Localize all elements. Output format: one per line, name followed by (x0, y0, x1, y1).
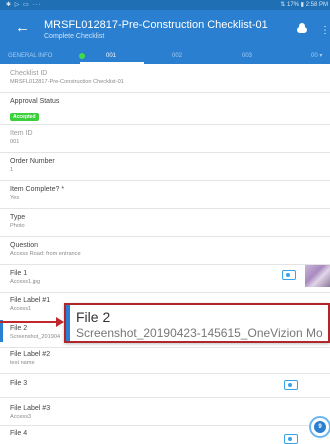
file4-field[interactable]: File 4 (10, 430, 27, 437)
item-complete-value: Yes (10, 195, 20, 201)
approval-status-label: Approval Status (10, 98, 60, 105)
divider (0, 347, 330, 348)
file-label3-label: File Label #3 (10, 405, 51, 412)
file1-label: File 1 (10, 270, 28, 277)
fab-button[interactable]: 9 (309, 416, 330, 438)
divider (0, 208, 330, 209)
type-value: Photo (10, 223, 25, 229)
file1-field[interactable]: File 1 Access1.jpg (10, 270, 40, 285)
divider (0, 236, 330, 237)
cloud-upload-icon[interactable] (297, 23, 307, 33)
file-label1-field[interactable]: File Label #1 Access1 (10, 297, 50, 312)
item-complete-field[interactable]: Item Complete? * Yes (10, 186, 64, 201)
file1-value: Access1.jpg (10, 279, 41, 285)
order-number-field[interactable]: Order Number 1 (10, 158, 55, 173)
item-id-field: Item ID 001 (10, 130, 33, 145)
divider (0, 264, 330, 265)
divider (0, 292, 330, 293)
status-bar: ✱ ▷ ▭ ··· ⇅ 17% ▮ 2:58 PM (0, 0, 330, 10)
tab-003[interactable]: 003 (242, 48, 252, 64)
type-field: Type Photo (10, 214, 25, 229)
divider (0, 397, 330, 398)
file-label2-label: File Label #2 (10, 351, 51, 358)
order-number-value: 1 (10, 167, 14, 173)
divider (0, 425, 330, 426)
item-complete-label: Item Complete? * (10, 186, 65, 193)
callout-accent-bar (66, 305, 70, 341)
divider (0, 152, 330, 153)
file2-field[interactable]: File 2 Screenshot_201904 (10, 325, 60, 340)
divider (0, 373, 330, 374)
selected-field-indicator (0, 320, 3, 342)
divider (0, 92, 330, 93)
status-icons: ✱ ▷ ▭ ··· (6, 2, 42, 8)
checklist-id-value: MRSFL012817-Pre-Construction Checklist-0… (10, 79, 124, 85)
divider (0, 124, 330, 125)
camera-scan-icon[interactable] (282, 270, 296, 280)
arrow-left-icon[interactable]: ← (15, 20, 30, 35)
tab-002[interactable]: 002 (172, 48, 182, 64)
tab-bar: GENERAL INFO 001 002 003 00 ▾ (0, 48, 330, 64)
app-bar: ← MRSFL012817-Pre-Construction Checklist… (0, 10, 330, 48)
status-dot-icon (79, 53, 85, 59)
status-right: ⇅ 17% ▮ 2:58 PM (280, 2, 328, 8)
checklist-id-label: Checklist ID (10, 70, 48, 77)
file-label1-value: Access1 (10, 306, 32, 312)
file3-field[interactable]: File 3 (10, 380, 27, 387)
callout-label: File 2 (76, 309, 111, 325)
question-label: Question (10, 242, 39, 249)
tab-indicator (80, 62, 144, 64)
tab-general-info[interactable]: GENERAL INFO (8, 48, 52, 64)
order-number-label: Order Number (10, 158, 55, 165)
item-id-value: 001 (10, 139, 20, 145)
page-subtitle: Complete Checklist (44, 33, 105, 40)
checklist-id-field: Checklist ID MRSFL012817-Pre-Constructio… (10, 70, 124, 85)
divider (0, 180, 330, 181)
file-label3-field[interactable]: File Label #3 Access3 (10, 405, 50, 420)
file-label1-label: File Label #1 (10, 297, 51, 304)
callout-arrow (0, 321, 57, 323)
file1-thumbnail[interactable] (305, 265, 330, 287)
camera-scan-icon[interactable] (284, 380, 298, 390)
status-badge: Accepted (10, 113, 39, 121)
page-title: MRSFL012817-Pre-Construction Checklist-0… (44, 19, 268, 31)
file-label3-value: Access3 (10, 414, 32, 420)
file4-label: File 4 (10, 430, 28, 437)
file3-label: File 3 (10, 380, 28, 387)
question-field: Question Access Road: from entrance (10, 242, 81, 257)
file2-value: Screenshot_201904 (10, 334, 61, 340)
callout-arrow-head (56, 317, 64, 327)
zoom-callout: File 2 Screenshot_20190423-145615_OneViz… (64, 303, 330, 343)
tab-more[interactable]: 00 ▾ (311, 48, 322, 64)
question-value: Access Road: from entrance (10, 251, 81, 257)
fab-count: 9 (314, 421, 326, 433)
file-label2-field[interactable]: File Label #2 test name (10, 351, 50, 366)
file-label2-value: test name (10, 360, 35, 366)
approval-status-field: Approval Status Accepted (10, 98, 59, 123)
more-vert-icon[interactable]: ⋮ (320, 26, 330, 36)
file2-label: File 2 (10, 325, 28, 332)
callout-value: Screenshot_20190423-145615_OneVizion Mo (76, 326, 323, 340)
item-id-label: Item ID (10, 130, 33, 137)
type-label: Type (10, 214, 26, 221)
